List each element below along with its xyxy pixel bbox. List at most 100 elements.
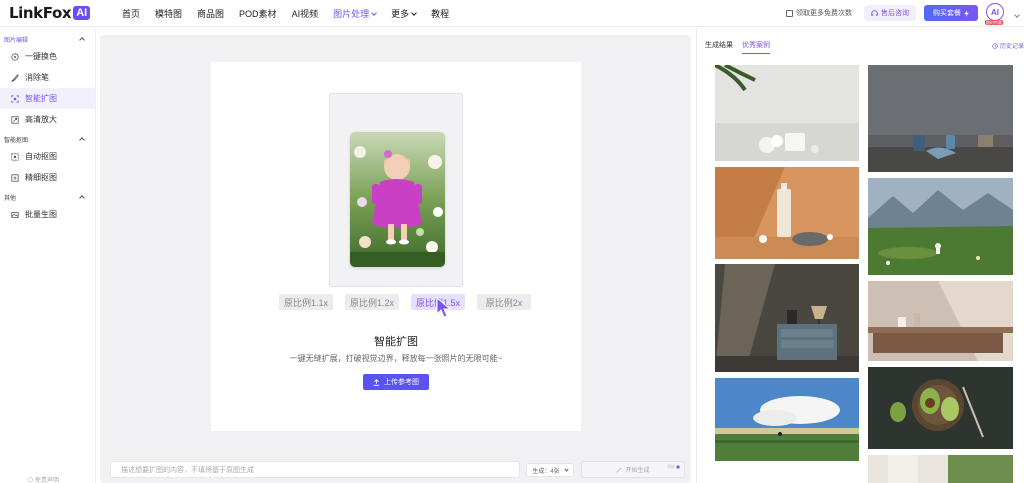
coin-icon [676,465,680,469]
main-nav: 首页 模特图 商品图 POD素材 AI视频 图片处理 更多 教程 [122,7,464,20]
chevron-up-icon [79,37,85,43]
generate-count-select[interactable]: 生成：4张 [526,463,574,477]
logo[interactable]: LinkFox AI [9,4,91,22]
showcase-image[interactable] [868,281,1013,361]
preview-canvas [329,93,463,287]
chevron-up-icon [79,137,85,143]
sidebar-section-image-edit[interactable]: 图片编辑 [0,32,95,46]
expand-icon [11,94,19,103]
nav-model-images[interactable]: 模特图 [155,7,182,20]
showcase-image[interactable] [868,455,1013,483]
avatar[interactable]: AI [986,3,1004,21]
logo-badge: AI [73,6,91,20]
chevron-down-icon [564,466,569,472]
history-link[interactable]: 历史记录 [992,41,1024,50]
showcase-image[interactable] [715,264,859,372]
sidebar-section-cutout[interactable]: 智能抠图 [0,132,95,146]
feature-subtitle: 一键无缝扩展，打破视觉边界，释放每一张照片的无限可能~ [289,354,503,363]
sidebar-item-label: 精细抠图 [25,173,57,182]
chevron-down-icon [411,9,417,16]
sidebar-item-eraser[interactable]: 消除笔 [0,67,95,88]
upload-label: 上传参考图 [384,379,419,386]
nav-home[interactable]: 首页 [122,7,140,20]
feature-title: 智能扩图 [374,336,418,348]
results-panel: 生成结果 优秀案例 历史记录 [696,28,1024,483]
image-icon [11,211,19,219]
sidebar-item-batch-generate[interactable]: 批量生图 [0,204,95,225]
sidebar-item-label: 自动抠图 [25,152,57,161]
free-credits-link[interactable]: 领取更多免费次数 [786,8,852,18]
upload-card: 原比例1.1x 原比例1.2x 原比例1.5x 原比例2x 智能扩图 一键无缝扩… [211,62,581,431]
nav-more-label: 更多 [391,9,410,19]
showcase-image[interactable] [715,167,859,259]
sidebar-item-label: 高清放大 [25,115,57,124]
chevron-down-icon[interactable] [1012,9,1020,19]
chevron-up-icon [79,195,85,201]
logo-text: LinkFox [9,4,72,22]
generate-button[interactable]: 开始生成 消耗 [581,461,685,478]
support-button[interactable]: 售后咨询 [864,5,916,21]
showcase-image[interactable] [868,367,1013,449]
sidebar-item-label: 消除笔 [25,73,49,82]
section-title: 图片编辑 [4,37,29,44]
showcase-image[interactable] [715,378,859,461]
tab-showcase[interactable]: 优秀案例 [742,40,770,54]
showcase-image[interactable] [715,65,859,161]
sidebar-item-label: 一键换色 [25,52,57,61]
nav-tutorial[interactable]: 教程 [431,7,449,20]
support-label: 售后咨询 [881,10,909,17]
cutout-icon [11,152,19,161]
sidebar-item-label: 智能扩图 [25,94,57,103]
sidebar: 图片编辑 一键换色 消除笔 智能扩图 高清放大 智能抠图 自动抠图 精细抠图 其… [0,28,96,483]
nav-pod-assets[interactable]: POD素材 [239,7,277,20]
ratio-option-2x[interactable]: 原比例2x [477,294,531,310]
sidebar-item-smart-expand[interactable]: 智能扩图 [0,88,95,109]
section-title: 智能抠图 [4,137,29,144]
headset-icon [871,9,878,16]
section-title: 其他 [4,195,17,202]
upload-icon [373,378,380,386]
cutout-icon [11,173,19,182]
nav-more[interactable]: 更多 [391,7,417,20]
sidebar-item-auto-cutout[interactable]: 自动抠图 [0,146,95,167]
results-tabs: 生成结果 优秀案例 [705,40,770,54]
nav-image-processing-label: 图片处理 [333,9,370,19]
chevron-down-icon [371,9,377,16]
brush-icon [11,73,19,82]
buy-plan-label: 购买套餐 [933,10,961,17]
ratio-option-1-1x[interactable]: 原比例1.1x [279,294,333,310]
ratio-option-1-2x[interactable]: 原比例1.2x [345,294,399,310]
grid-icon [786,9,793,17]
showcase-image[interactable] [868,65,1013,172]
generate-cost-label: 消耗 [667,464,675,469]
tab-results[interactable]: 生成结果 [705,40,733,54]
hd-icon [11,115,19,124]
history-label: 历史记录 [999,44,1024,50]
upload-reference-button[interactable]: 上传参考图 [363,374,429,390]
promo-badge: 限时特惠 [985,20,1003,25]
showcase-image[interactable] [868,178,1013,275]
magic-wand-icon [616,467,622,473]
sidebar-item-label: 批量生图 [25,210,57,219]
workspace: 原比例1.1x 原比例1.2x 原比例1.5x 原比例2x 智能扩图 一键无缝扩… [100,35,691,483]
pointer-cursor-icon [435,296,453,321]
generate-cost: 消耗 [667,464,680,470]
ratio-options: 原比例1.1x 原比例1.2x 原比例1.5x 原比例2x [279,294,531,310]
sidebar-item-upscale[interactable]: 高清放大 [0,109,95,130]
generate-label: 开始生成 [625,468,650,474]
sidebar-section-other[interactable]: 其他 [0,190,95,204]
lightning-icon [964,9,969,17]
prompt-input[interactable]: 描述想要扩图的内容，不填将基于原图生成 [110,461,520,478]
clock-icon [992,42,998,49]
buy-plan-button[interactable]: 购买套餐 [924,5,978,21]
nav-ai-video[interactable]: AI视频 [292,7,319,20]
nav-image-processing[interactable]: 图片处理 [333,7,377,20]
sidebar-item-recolor[interactable]: 一键换色 [0,46,95,67]
top-bar: LinkFox AI 首页 模特图 商品图 POD素材 AI视频 图片处理 更多… [0,0,1024,27]
nav-product-images[interactable]: 商品图 [197,7,224,20]
sidebar-item-fine-cutout[interactable]: 精细抠图 [0,167,95,188]
generate-count-label: 生成：4张 [532,468,560,475]
disclaimer-link[interactable]: 免责声明 [28,475,59,483]
disclaimer-label: 免责声明 [35,478,60,483]
free-credits-label: 领取更多免费次数 [796,10,852,17]
